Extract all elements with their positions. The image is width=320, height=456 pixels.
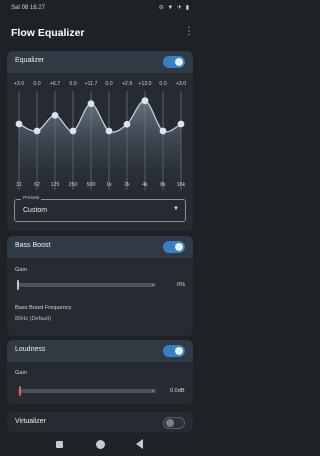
eq-band-gain: 0.0 [105,81,113,87]
eq-band-thumb[interactable] [141,97,149,105]
eq-band-gain: +11.7 [84,81,98,87]
eq-band-frequency: 4k [142,182,148,188]
eq-band-thumb[interactable] [87,100,95,108]
eq-band-frequency: 16k [176,182,186,188]
virtualizer-toggle[interactable] [163,417,185,429]
navigation-bar [0,432,200,456]
virtualizer-title: Virtualizer [15,418,46,425]
eq-band-gain: 0.0 [33,81,41,87]
loudness-card: Loudness Gain ▸ 0,0dB [7,340,193,404]
slider-end-icon: ▸ [152,388,155,393]
presets-value: Custom [23,207,48,214]
loudness-gain-label: Gain [15,370,27,376]
loudness-title: Loudness [15,346,46,353]
eq-band-frequency: 250 [68,182,78,188]
toggle-knob [175,347,183,355]
eq-band-frequency: 125 [50,182,60,188]
loudness-header: Loudness [7,340,193,362]
presets-label: Presets [21,196,42,201]
eq-band-frequency: 31 [16,182,22,188]
eq-band-frequency: 500 [86,182,96,188]
bass-freq-label: Bass Boost Frequency [15,305,72,311]
bass-boost-header: Bass Boost [7,236,193,258]
eq-band-thumb[interactable] [51,111,59,119]
eq-band-gain: +6.7 [49,81,61,87]
eq-band-thumb[interactable] [177,120,185,128]
bass-boost-card: Bass Boost Gain ▸ 0% Bass Boost Frequenc… [7,236,193,336]
bass-gain-slider[interactable] [18,283,156,287]
eq-band-thumb[interactable] [33,127,41,135]
loudness-gain-slider[interactable] [18,389,156,393]
eq-band-frequency: 62 [34,182,40,188]
back-icon[interactable] [136,439,143,449]
loudness-gain-thumb[interactable] [19,386,21,396]
eq-band-thumb[interactable] [15,120,23,128]
eq-band-gain: +3.0 [175,81,187,87]
loudness-gain-value: 0,0dB [170,388,185,394]
eq-band-thumb[interactable] [105,127,113,135]
bass-freq-value[interactable]: 80Hz (Default) [15,316,51,322]
eq-band-gain: 0.0 [69,81,77,87]
virtualizer-card: Virtualizer [7,412,193,432]
eq-band-thumb[interactable] [123,120,131,128]
virtualizer-header: Virtualizer [7,412,193,432]
slider-end-icon: ▸ [152,282,155,287]
bass-boost-title: Bass Boost [15,242,51,249]
eq-band-gain: +2.9 [121,81,133,87]
bass-gain-value: 0% [177,282,186,288]
toggle-knob [175,243,183,251]
eq-band-frequency: 2k [124,182,130,188]
eq-band-frequency: 8k [160,182,166,188]
bass-boost-toggle[interactable] [163,241,185,253]
eq-curve-fill [19,100,181,190]
loudness-toggle[interactable] [163,345,185,357]
bass-gain-label: Gain [15,267,27,273]
eq-band-gain: 0.0 [159,81,167,87]
eq-band-thumb[interactable] [159,127,167,135]
bass-gain-thumb[interactable] [17,280,19,290]
toggle-knob [166,419,174,427]
eq-band-gain: +13.0 [138,81,152,87]
presets-dropdown[interactable]: Presets Custom ▼ [14,196,186,222]
eq-band-gain: +3.0 [13,81,25,87]
dropdown-caret-icon: ▼ [173,206,179,212]
home-icon[interactable] [96,440,105,449]
eq-band-frequency: 1k [106,182,112,188]
recents-icon[interactable] [56,441,63,448]
eq-band-thumb[interactable] [69,127,77,135]
